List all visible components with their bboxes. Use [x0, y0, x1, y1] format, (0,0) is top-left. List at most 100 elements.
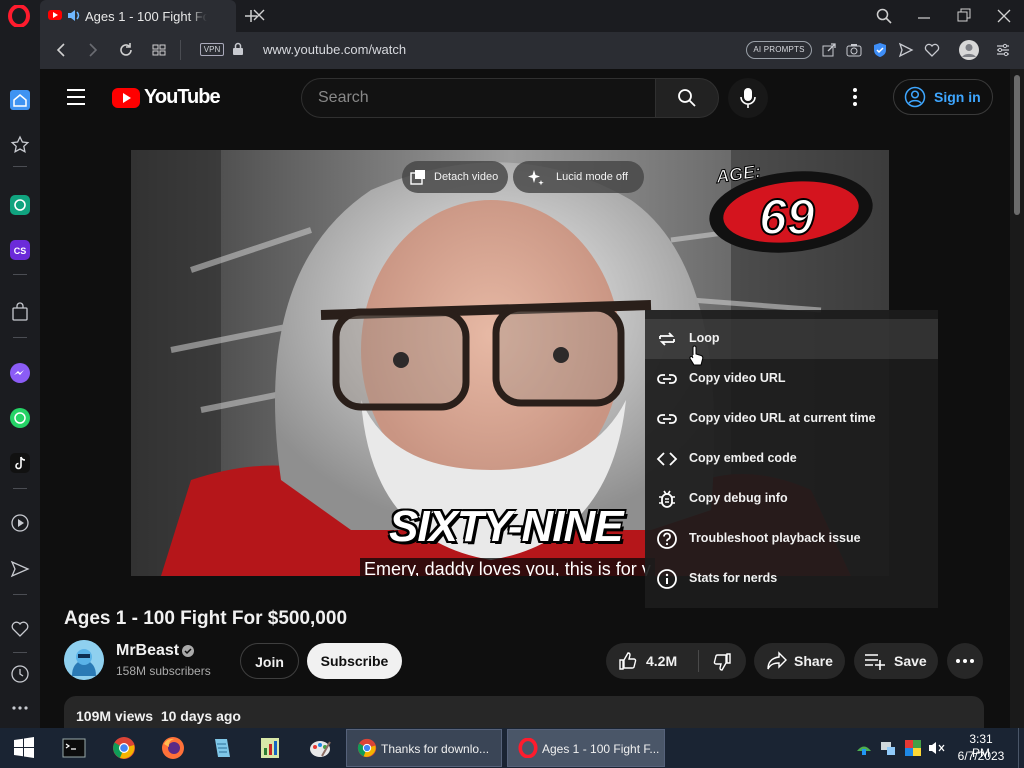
taskbar-window-label: Thanks for downlo...: [381, 742, 490, 756]
restore-icon[interactable]: [957, 8, 971, 24]
search-button[interactable]: [655, 78, 719, 118]
lucid-mode-button[interactable]: Lucid mode off: [513, 161, 644, 193]
dislike-button[interactable]: [699, 643, 746, 679]
youtube-logo-text[interactable]: YouTube: [144, 86, 221, 109]
search-input[interactable]: [301, 78, 656, 118]
age-badge-value: 69: [759, 189, 815, 245]
send-icon[interactable]: [898, 42, 914, 58]
color-tray-icon[interactable]: [904, 739, 922, 757]
sidebar-home-icon[interactable]: [10, 90, 30, 110]
share-button[interactable]: Share: [754, 643, 845, 679]
reload-icon[interactable]: [118, 42, 134, 58]
clock-date[interactable]: 6/7/2023: [955, 749, 1007, 763]
browser-tab-youtube[interactable]: Ages 1 - 100 Fight For $500,000: [40, 0, 265, 32]
search-tabs-icon[interactable]: [876, 8, 892, 24]
channel-name[interactable]: MrBeast: [116, 642, 179, 660]
sidebar-whatsapp-icon[interactable]: [10, 408, 30, 428]
tab-grid-icon[interactable]: [151, 42, 167, 58]
sidebar-chatgpt-icon[interactable]: [10, 195, 30, 215]
speaker-icon[interactable]: [67, 9, 81, 22]
bookmark-heart-icon[interactable]: [924, 42, 940, 58]
sidebar-tiktok-icon[interactable]: [10, 453, 30, 473]
show-desktop-button[interactable]: [1018, 728, 1024, 768]
devices-tray-icon[interactable]: [879, 739, 897, 757]
sidebar-more-icon[interactable]: [10, 698, 30, 718]
menu-item-stats-for-nerds[interactable]: Stats for nerds: [645, 559, 938, 599]
voice-search-button[interactable]: [728, 78, 768, 118]
close-window-icon[interactable]: [997, 8, 1011, 24]
sidebar-history-icon[interactable]: [10, 664, 30, 684]
like-count: 4.2M: [646, 653, 678, 669]
sidebar-messenger-icon[interactable]: [10, 363, 30, 383]
chrome-app-icon[interactable]: [112, 736, 136, 760]
share-label: Share: [794, 653, 833, 669]
sidebar-flow-icon[interactable]: [10, 559, 30, 579]
minimize-icon[interactable]: [917, 8, 931, 24]
more-actions-button[interactable]: [947, 643, 983, 679]
forward-icon[interactable]: [86, 42, 100, 58]
easy-setup-icon[interactable]: [995, 42, 1011, 58]
vpn-badge[interactable]: VPN: [200, 43, 224, 56]
detach-video-label: Detach video: [434, 171, 499, 183]
taskbar-window-chrome[interactable]: Thanks for downlo...: [346, 729, 502, 767]
sign-in-button[interactable]: Sign in: [893, 79, 993, 115]
menu-item-label: Copy debug info: [689, 491, 788, 505]
save-button[interactable]: Save: [854, 643, 938, 679]
taskbar-window-opera[interactable]: Ages 1 - 100 Fight F...: [507, 729, 665, 767]
menu-item-copy-debug[interactable]: Copy debug info: [645, 479, 938, 519]
taskbar-window-label: Ages 1 - 100 Fight F...: [542, 742, 660, 756]
subscribe-label: Subscribe: [320, 653, 389, 669]
view-count-and-date: 109M views 10 days ago: [76, 708, 241, 724]
volume-muted-icon[interactable]: [928, 739, 946, 757]
opera-logo[interactable]: [8, 5, 30, 27]
settings-menu-icon[interactable]: [852, 86, 858, 108]
profile-avatar-icon[interactable]: [958, 39, 980, 61]
new-tab-icon[interactable]: [243, 8, 259, 24]
menu-item-label: Copy video URL at current time: [689, 411, 876, 425]
hamburger-menu-icon[interactable]: [66, 88, 86, 106]
share-page-icon[interactable]: [821, 42, 837, 58]
sidebar-separator: [13, 274, 27, 275]
snapshot-icon[interactable]: [846, 42, 862, 58]
sidebar-separator: [13, 337, 27, 338]
browser-titlebar: Ages 1 - 100 Fight For $500,000: [0, 0, 1024, 32]
lock-icon[interactable]: [232, 42, 244, 56]
description-box[interactable]: 109M views 10 days ago: [64, 696, 984, 728]
scrollbar-thumb[interactable]: [1014, 75, 1020, 215]
ai-prompts-button[interactable]: AI PROMPTS: [746, 41, 812, 59]
join-button[interactable]: Join: [240, 643, 299, 679]
sidebar-speed-dial-icon[interactable]: [10, 135, 30, 155]
youtube-logo-icon[interactable]: [112, 88, 140, 108]
sidebar-player-icon[interactable]: [10, 513, 30, 533]
notes-app-icon[interactable]: [210, 736, 234, 760]
menu-item-copy-embed[interactable]: Copy embed code: [645, 439, 938, 479]
code-icon: [656, 452, 678, 466]
menu-item-copy-url-time[interactable]: Copy video URL at current time: [645, 399, 938, 439]
windows-start-icon[interactable]: [12, 736, 36, 760]
menu-item-troubleshoot[interactable]: Troubleshoot playback issue: [645, 519, 938, 559]
sidebar-separator: [13, 166, 27, 167]
url-field[interactable]: www.youtube.com/watch: [263, 42, 406, 57]
like-button[interactable]: 4.2M: [606, 643, 698, 679]
channel-avatar[interactable]: [64, 640, 104, 680]
sidebar-shopping-icon[interactable]: [10, 302, 30, 322]
thumbs-down-icon: [713, 653, 731, 671]
save-label: Save: [894, 653, 927, 669]
menu-item-label: Loop: [689, 331, 720, 345]
menu-item-label: Stats for nerds: [689, 571, 778, 585]
sidebar-bookmarks-icon[interactable]: [10, 619, 30, 639]
back-icon[interactable]: [54, 42, 68, 58]
link-icon: [657, 374, 677, 384]
firefox-app-icon[interactable]: [161, 736, 185, 760]
terminal-app-icon[interactable]: [62, 736, 86, 760]
sidebar-chatsonic-icon[interactable]: CS: [10, 240, 30, 260]
subscribe-button[interactable]: Subscribe: [307, 643, 402, 679]
adblock-shield-icon[interactable]: [872, 42, 888, 58]
spreadsheet-app-icon[interactable]: [258, 736, 282, 760]
youtube-favicon-icon: [48, 10, 62, 20]
page-scrollbar[interactable]: [1010, 69, 1024, 728]
network-tray-icon[interactable]: [855, 739, 873, 757]
detach-video-button[interactable]: Detach video: [402, 161, 508, 193]
paint-app-icon[interactable]: [308, 736, 332, 760]
video-burned-caption: SIXTY-NINE: [389, 502, 624, 551]
